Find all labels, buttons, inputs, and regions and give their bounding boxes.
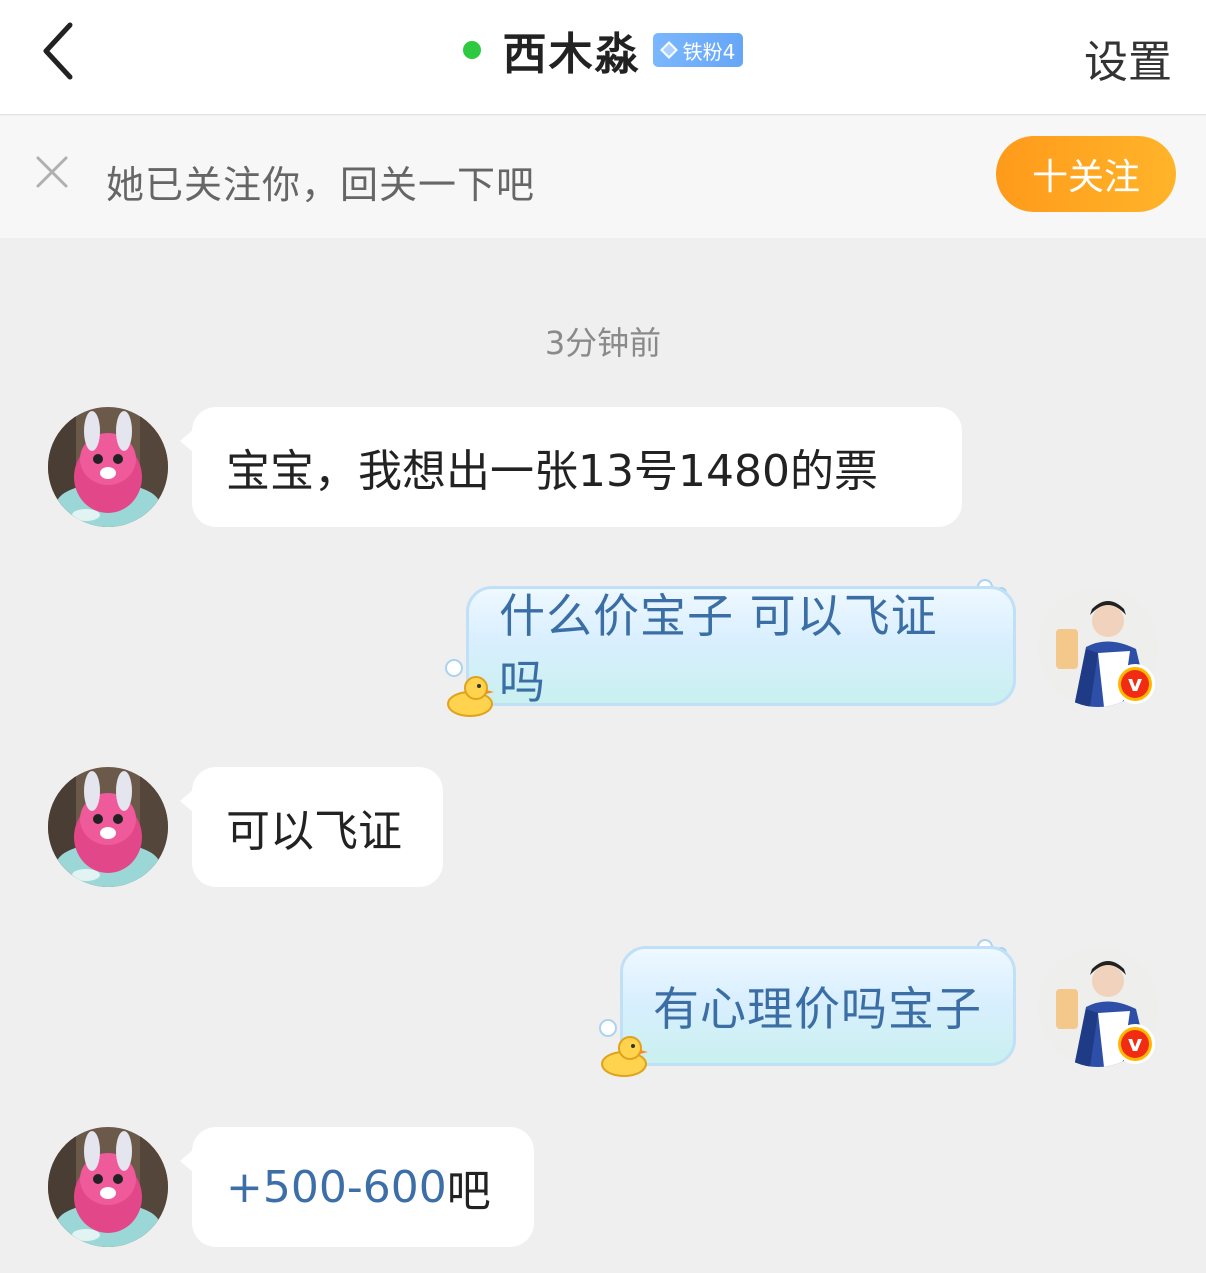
close-icon[interactable] [30,150,74,194]
diamond-icon [659,41,678,59]
verified-badge: v [1115,1024,1155,1064]
message-bubble-incoming[interactable]: 可以飞证 [180,767,443,887]
phone-number-link[interactable]: +500-600 [226,1162,447,1213]
message-bubble-incoming[interactable]: 宝宝，我想出一张13号1480的票 [180,407,962,527]
fan-badge-label: 铁粉4 [682,39,736,64]
message-text: 什么价宝子 可以飞证吗 [499,589,938,709]
duck-icon [445,659,494,717]
message-bubble-outgoing[interactable]: 有心理价吗宝子 [620,946,1016,1066]
message-text: 宝宝，我想出一张13号1480的票 [226,446,878,497]
chat-title-area: 西木淼 铁粉4 [0,22,1206,80]
verified-v-icon: v [1121,1030,1149,1058]
follow-back-button[interactable]: 十关注 [996,136,1176,212]
verified-v-icon: v [1121,670,1149,698]
message-bubble-incoming[interactable]: +500-600 吧 [180,1127,534,1247]
bunny-avatar-image [48,1127,168,1247]
bunny-avatar-image [48,767,168,887]
online-status-dot [462,41,481,59]
fan-level-badge: 铁粉4 [652,33,744,67]
top-bar: 西木淼 铁粉4 设置 [0,0,1206,115]
bunny-avatar-image [48,407,168,527]
sender-avatar[interactable] [48,767,168,887]
sender-avatar[interactable] [48,1127,168,1247]
verified-badge: v [1115,664,1155,704]
message-text: 可以飞证 [226,806,402,857]
duck-icon [599,1019,648,1077]
message-bubble-outgoing[interactable]: 什么价宝子 可以飞证吗 [466,586,1016,709]
message-text: 有心理价吗宝子 [653,982,982,1036]
settings-button[interactable]: 设置 [1084,26,1172,90]
sender-avatar[interactable] [48,407,168,527]
chat-title[interactable]: 西木淼 [503,18,641,82]
message-text: 吧 [446,1166,491,1217]
message-timestamp: 3分钟前 [544,324,662,362]
follow-back-message: 她已关注你，回关一下吧 [106,163,536,207]
